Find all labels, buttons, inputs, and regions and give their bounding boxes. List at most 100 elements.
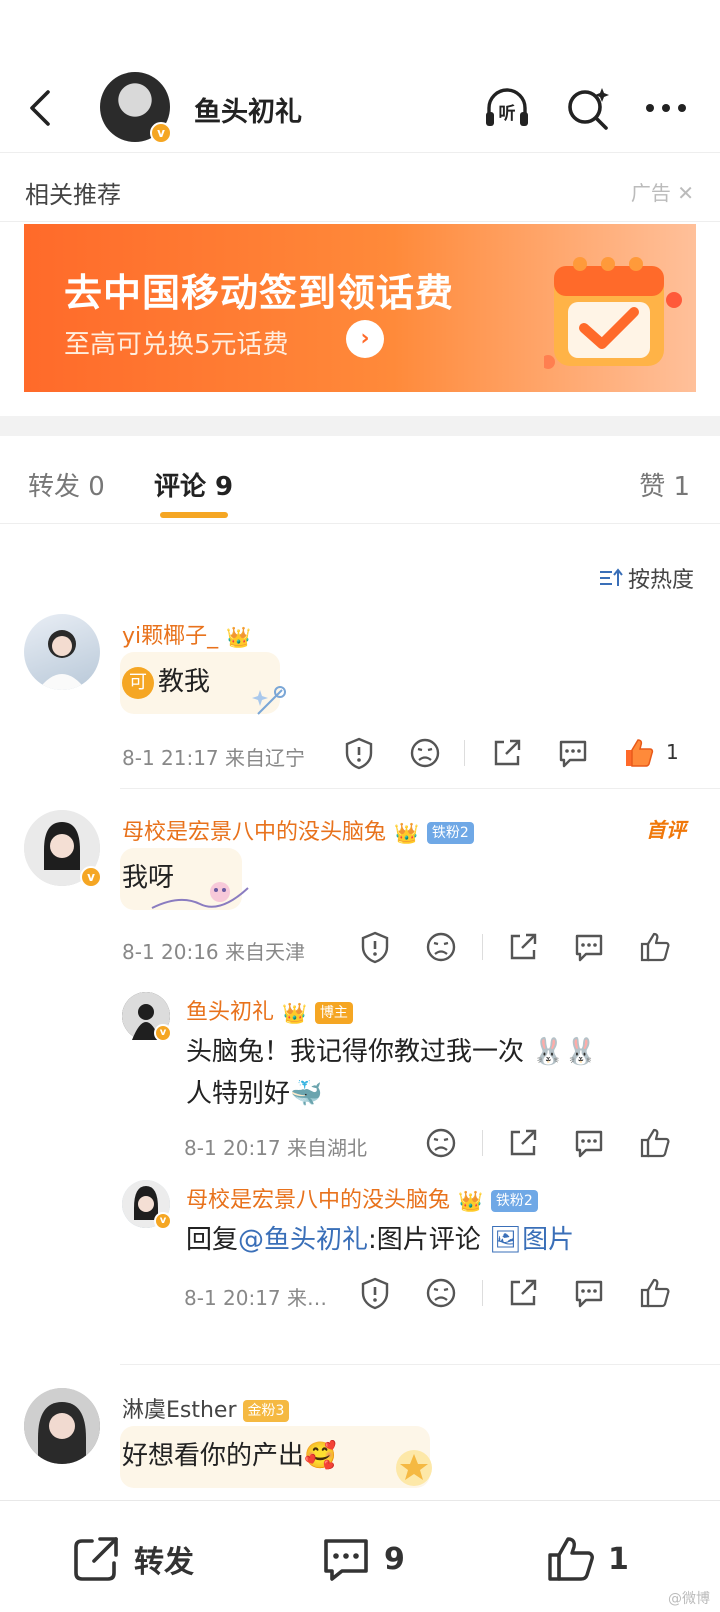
repost-button[interactable]: 转发 <box>70 1533 194 1585</box>
reply-meta: 8-1 20:17 来自湖北 <box>184 1136 368 1160</box>
report-shield-icon[interactable] <box>358 1276 392 1310</box>
sort-icon <box>599 568 623 586</box>
like-button[interactable]: 1 <box>544 1533 629 1585</box>
first-comment-tag: 首评 <box>646 818 686 842</box>
tab-like[interactable]: 赞 1 <box>639 466 690 503</box>
crown-badge-icon: 👑 <box>226 625 252 649</box>
reply-body: :图片评论 <box>368 1225 490 1255</box>
ad-banner[interactable]: 去中国移动签到领话费 至高可兑换5元话费 › <box>24 224 696 392</box>
image-link[interactable]: 🖼图片 <box>489 1225 574 1255</box>
commenter-avatar[interactable] <box>24 1388 100 1464</box>
dislike-face-icon[interactable] <box>424 1126 458 1160</box>
banner-headline: 去中国移动签到领话费 <box>64 271 455 315</box>
commenter-avatar[interactable] <box>24 614 100 690</box>
commenter-name[interactable]: 淋虞Esther 金粉3 <box>122 1392 290 1424</box>
dislike-face-icon[interactable] <box>408 736 442 770</box>
avatar-figure-icon <box>24 1388 100 1464</box>
close-icon[interactable]: ✕ <box>677 181 694 205</box>
sparkle-sticker-icon <box>252 686 286 715</box>
comment-button[interactable]: 9 <box>320 1533 405 1585</box>
like-count: 1 <box>608 1541 629 1577</box>
report-shield-icon[interactable] <box>342 736 376 770</box>
reply-bubble-icon[interactable] <box>572 930 606 964</box>
like-thumb-icon[interactable] <box>638 930 672 964</box>
author-avatar[interactable]: v <box>100 72 172 144</box>
like-count: 1 <box>666 740 679 764</box>
reply-author-name[interactable]: 母校是宏景八中的没头脑兔 👑 铁粉2 <box>186 1182 538 1214</box>
verified-badge-icon: v <box>154 1212 172 1230</box>
reply-bubble-icon[interactable] <box>572 1276 606 1310</box>
dislike-face-icon[interactable] <box>424 1276 458 1310</box>
report-shield-icon[interactable] <box>358 930 392 964</box>
reply-avatar[interactable]: v <box>122 1180 172 1230</box>
more-options-icon[interactable] <box>640 82 692 134</box>
reply-bubble-icon[interactable] <box>556 736 590 770</box>
star-sticker-icon <box>396 1450 432 1486</box>
like-thumb-icon-active[interactable] <box>622 736 656 770</box>
reply-text: 回复@鱼头初礼:图片评论 🖼图片 <box>186 1218 574 1262</box>
like-thumb-icon <box>548 1537 594 1581</box>
back-arrow-icon[interactable] <box>22 86 62 130</box>
verified-badge-icon: v <box>80 866 102 888</box>
reply-author-name[interactable]: 鱼头初礼 👑 博主 <box>186 994 353 1026</box>
share-icon[interactable] <box>506 1126 540 1160</box>
reply-actions <box>424 1126 704 1160</box>
recommend-header: 相关推荐 广告 ✕ <box>0 152 720 222</box>
tab-repost[interactable]: 转发 0 <box>28 466 105 503</box>
ribbon-sticker-icon <box>151 882 249 909</box>
like-thumb-icon[interactable] <box>638 1276 672 1310</box>
reply-bubble-icon[interactable] <box>572 1126 606 1160</box>
tab-comment[interactable]: 评论 9 <box>154 466 233 503</box>
commenter-name[interactable]: 母校是宏景八中的没头脑兔 👑 铁粉2 <box>122 814 474 846</box>
calendar-check-icon <box>544 257 682 369</box>
reply-actions <box>358 1276 698 1310</box>
comment-item: yi颗椰子_ 👑 可教我 8-1 21:17 来自辽宁 1 <box>0 612 720 784</box>
sort-label: 按热度 <box>627 568 694 593</box>
svg-text:听: 听 <box>499 103 516 124</box>
share-icon[interactable] <box>490 736 524 770</box>
reply-prefix: 回复 <box>186 1225 239 1255</box>
top-bar: v 鱼头初礼 听 <box>0 70 720 146</box>
share-icon[interactable] <box>506 1276 540 1310</box>
mention-link[interactable]: @鱼头初礼 <box>238 1225 368 1255</box>
comment-text: 可教我 <box>122 660 210 704</box>
watermark: @微博 <box>668 1591 710 1607</box>
repost-icon <box>74 1537 118 1581</box>
ad-label: 广告 <box>630 181 671 205</box>
banner-arrow-icon[interactable]: › <box>346 320 384 358</box>
sort-button[interactable]: 按热度 <box>598 562 694 594</box>
action-separator <box>464 740 465 766</box>
reply-text-line2: 人特别好🐳 <box>186 1079 323 1109</box>
verified-badge-icon: v <box>150 122 172 144</box>
action-separator <box>482 1280 483 1306</box>
active-tab-indicator <box>160 512 228 518</box>
reply-text-line1: 头脑兔！我记得你教过我一次 🐰🐰 <box>186 1037 598 1067</box>
share-icon[interactable] <box>506 930 540 964</box>
page-title[interactable]: 鱼头初礼 <box>194 90 302 129</box>
fan-level-badge: 铁粉2 <box>490 1190 538 1212</box>
crown-badge-icon: 👑 <box>458 1189 483 1213</box>
ke-badge-icon: 可 <box>122 666 154 699</box>
ad-close-button[interactable]: 广告 ✕ <box>631 177 694 206</box>
banner-subline: 至高可兑换5元话费 <box>64 330 289 360</box>
comment-divider <box>120 1364 720 1365</box>
dislike-face-icon[interactable] <box>424 930 458 964</box>
like-thumb-icon[interactable] <box>638 1126 672 1160</box>
repost-label: 转发 <box>134 1545 194 1580</box>
commenter-avatar[interactable]: v <box>24 810 102 888</box>
commenter-name[interactable]: yi颗椰子_ 👑 <box>122 618 253 650</box>
comment-actions <box>358 930 698 964</box>
search-icon[interactable] <box>562 82 614 134</box>
comment-meta: 8-1 20:16 来自天津 <box>122 940 306 964</box>
tab-bar: 转发 0 评论 9 赞 1 <box>0 436 720 524</box>
action-separator <box>482 934 483 960</box>
comment-meta: 8-1 21:17 来自辽宁 <box>122 746 306 770</box>
commenter-name-text: 淋虞Esther <box>122 1398 237 1423</box>
verified-badge-icon: v <box>154 1024 172 1042</box>
listen-headphones-icon[interactable]: 听 <box>481 82 533 134</box>
avatar-figure-icon <box>38 630 86 690</box>
comment-text-body: 教我 <box>158 667 211 697</box>
reply-avatar[interactable]: v <box>122 992 172 1042</box>
comment-text: 好想看你的产出🥰 <box>122 1441 337 1471</box>
comment-count: 9 <box>384 1541 405 1577</box>
